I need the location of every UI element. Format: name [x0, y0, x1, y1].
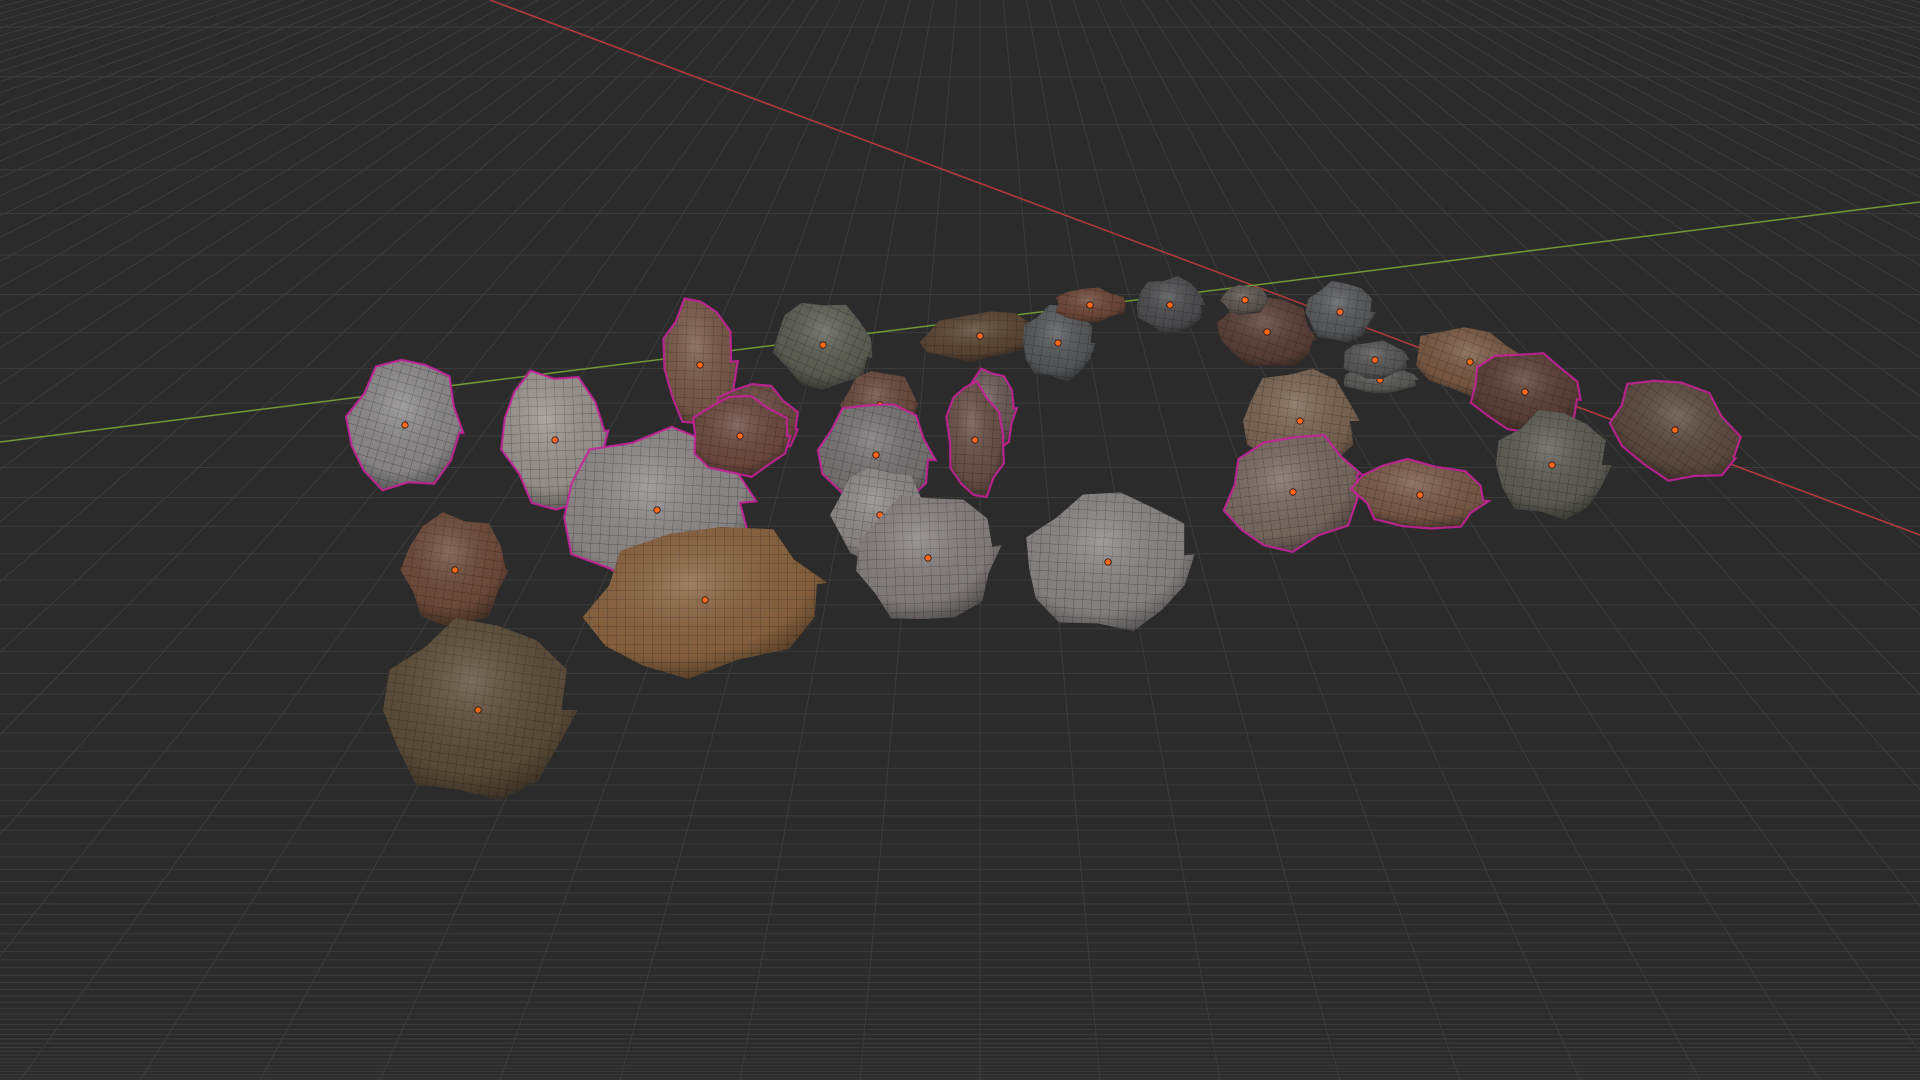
object-origin-dot[interactable] — [1548, 461, 1556, 469]
object-origin-dot[interactable] — [872, 451, 880, 459]
object-origin-dot[interactable] — [971, 436, 979, 444]
object-origin-dot[interactable] — [653, 506, 661, 514]
object-origin-dot[interactable] — [451, 566, 459, 574]
object-origin-dot[interactable] — [701, 596, 709, 604]
object-origin-dot[interactable] — [1241, 296, 1249, 304]
viewport-canvas[interactable] — [0, 0, 1920, 1080]
object-origin-dot[interactable] — [401, 421, 409, 429]
object-origin-dot[interactable] — [1296, 417, 1304, 425]
object-origin-dot[interactable] — [1166, 301, 1174, 309]
rock-object[interactable] — [1056, 287, 1126, 323]
grid-line — [19, 0, 795, 1080]
3d-viewport[interactable] — [0, 0, 1920, 1080]
object-origin-dot[interactable] — [976, 332, 984, 340]
object-origin-dot[interactable] — [696, 361, 704, 369]
rock-object[interactable] — [1305, 280, 1377, 343]
object-origin-dot[interactable] — [1371, 356, 1379, 364]
rock-object[interactable] — [337, 353, 473, 500]
object-origin-dot[interactable] — [1521, 388, 1529, 396]
rock-object[interactable] — [1023, 485, 1201, 639]
rock-object[interactable] — [400, 512, 509, 626]
object-origin-dot[interactable] — [1416, 491, 1424, 499]
rock-shading — [1026, 492, 1195, 631]
object-origin-dot[interactable] — [1054, 339, 1062, 347]
object-origin-dot[interactable] — [1104, 558, 1112, 566]
rock-collection[interactable] — [337, 276, 1756, 801]
rock-object[interactable] — [1136, 276, 1206, 334]
object-origin-dot[interactable] — [1336, 308, 1344, 316]
rock-object[interactable] — [1598, 360, 1756, 503]
object-origin-dot[interactable] — [474, 706, 482, 714]
object-origin-dot[interactable] — [1086, 301, 1094, 309]
object-origin-dot[interactable] — [736, 432, 744, 440]
